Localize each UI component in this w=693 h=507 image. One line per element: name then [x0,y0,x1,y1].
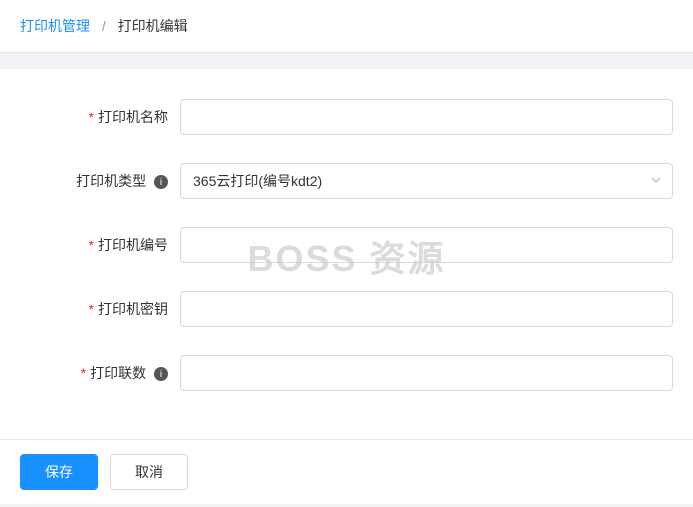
save-button[interactable]: 保存 [20,454,98,490]
label-text: 打印机编号 [98,237,168,253]
required-mark: * [89,237,94,253]
breadcrumb-separator: / [102,18,106,34]
label-printer-number: *打印机编号 [20,235,180,255]
breadcrumb-current: 打印机编辑 [118,18,188,34]
print-copies-input[interactable] [180,355,673,391]
label-print-copies: *打印联数 i [20,363,180,383]
printer-name-input[interactable] [180,99,673,135]
form-row-printer-name: *打印机名称 [20,99,673,135]
label-text: 打印联数 [90,365,146,381]
printer-type-select[interactable]: 365云打印(编号kdt2) [180,163,673,199]
required-mark: * [81,365,86,381]
label-text: 打印机类型 [76,173,146,189]
breadcrumb: 打印机管理 / 打印机编辑 [0,0,693,53]
chevron-down-icon [650,173,662,189]
form-row-printer-type: 打印机类型 i 365云打印(编号kdt2) [20,163,673,199]
form-row-print-copies: *打印联数 i [20,355,673,391]
label-text: 打印机名称 [98,109,168,125]
required-mark: * [89,109,94,125]
required-mark: * [89,301,94,317]
form-panel: *打印机名称 打印机类型 i 365云打印(编号kdt2) *打印机编号 [0,69,693,439]
cancel-button[interactable]: 取消 [110,454,188,490]
printer-number-input[interactable] [180,227,673,263]
label-printer-type: 打印机类型 i [20,171,180,191]
form-row-printer-number: *打印机编号 [20,227,673,263]
info-icon[interactable]: i [154,367,168,381]
form-footer: 保存 取消 [0,439,693,504]
label-printer-secret: *打印机密钥 [20,299,180,319]
breadcrumb-parent-link[interactable]: 打印机管理 [20,18,90,34]
label-printer-name: *打印机名称 [20,107,180,127]
select-value: 365云打印(编号kdt2) [193,171,322,191]
form-row-printer-secret: *打印机密钥 [20,291,673,327]
info-icon[interactable]: i [154,175,168,189]
label-text: 打印机密钥 [98,301,168,317]
printer-secret-input[interactable] [180,291,673,327]
